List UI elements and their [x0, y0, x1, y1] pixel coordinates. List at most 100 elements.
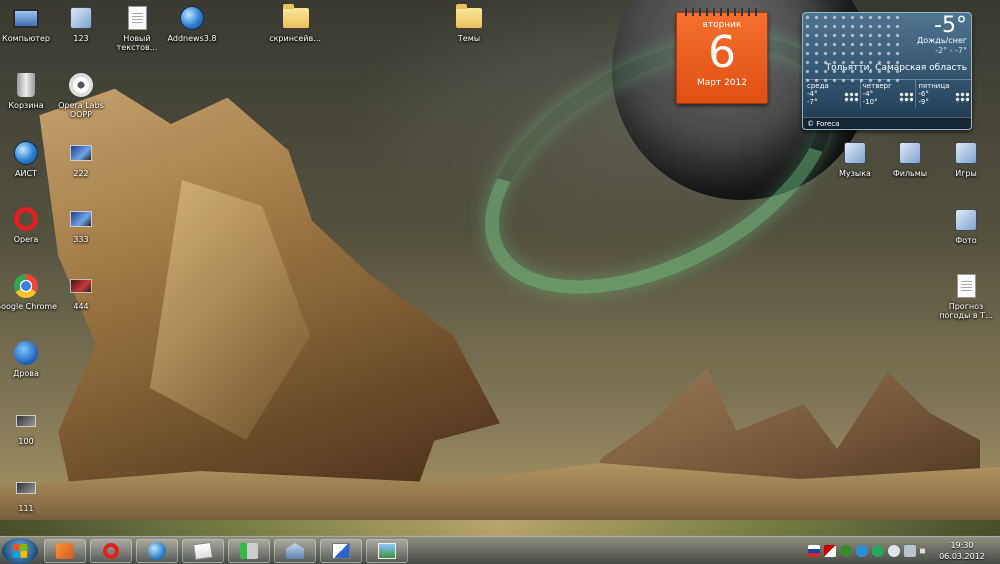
folder-icon [283, 4, 309, 28]
agent-icon[interactable] [840, 545, 852, 557]
action-center-icon[interactable] [888, 545, 900, 557]
calendar-month-year: Март 2012 [696, 78, 747, 88]
notes-icon [192, 541, 214, 561]
start-button[interactable] [2, 538, 38, 564]
video-thumbnail-icon [70, 279, 92, 293]
desktop-icon-label: АИСТ [15, 169, 37, 178]
desktop-icon-111[interactable]: 111 [0, 475, 59, 513]
recycle-bin-icon [17, 73, 35, 97]
music-folder-icon [844, 142, 866, 164]
calendar-day: 6 [708, 27, 736, 78]
shortcut-icon [70, 7, 92, 29]
desktop-icon-label: Фильмы [892, 169, 928, 178]
wallpaper-horizon [0, 520, 1000, 536]
text-document-icon [127, 6, 147, 30]
desktop-icon-label: Фото [955, 236, 977, 245]
snow-icon [955, 92, 970, 103]
forecast-day: пятница -6° -9° [916, 80, 971, 108]
weather-location: Тольятти, Самарская область [825, 63, 967, 73]
desktop-icon-games[interactable]: Игры [933, 140, 999, 178]
desktop-icon-label: Opera [13, 235, 39, 244]
windows-logo-icon [13, 544, 27, 558]
bank-icon [286, 543, 304, 559]
desktop-icon-label: 333 [73, 235, 89, 244]
desktop-icon-label: 111 [18, 504, 34, 513]
computer-icon [13, 8, 39, 28]
mail-icon [56, 543, 74, 559]
video-thumbnail-icon [16, 415, 36, 427]
desktop-icon-label: 444 [73, 302, 89, 311]
desktop-icon-label: 100 [18, 437, 34, 446]
forecast-day-name: среда [807, 82, 829, 90]
taskbar-browser[interactable] [136, 539, 178, 563]
desktop-icon-screensaver[interactable]: скринсейв... [262, 4, 328, 43]
desktop-icon-444[interactable]: 444 [48, 273, 114, 311]
taskbar-bank[interactable] [274, 539, 316, 563]
antivirus-icon[interactable] [824, 545, 836, 557]
taskbar-mail[interactable] [44, 539, 86, 563]
calendar-binding-rings [685, 8, 759, 16]
snow-icon [899, 92, 914, 103]
desktop-icon-label: скринсейв... [269, 34, 321, 43]
desktop-icon-drivers[interactable]: Дрова [0, 340, 59, 378]
calendar-gadget[interactable]: вторник 6 Март 2012 [676, 8, 768, 104]
desktop-icon-100[interactable]: 100 [0, 408, 59, 446]
taskbar-paint[interactable] [320, 539, 362, 563]
clock-date: 06.03.2012 [939, 552, 985, 561]
desktop-icon-label: Opera Labs OOPP [58, 101, 104, 119]
addnews-icon [180, 6, 204, 30]
skype-icon[interactable] [856, 545, 868, 557]
browser-globe-icon [148, 542, 166, 560]
desktop-icon-photo[interactable]: Фото [933, 207, 999, 245]
taskbar-clock[interactable]: 19:30 06.03.2012 [930, 540, 994, 562]
taskbar-photo-viewer[interactable] [366, 539, 408, 563]
system-tray [808, 543, 932, 559]
snow-icon [803, 13, 903, 88]
taskbar-tools[interactable] [228, 539, 270, 563]
desktop-icon-themes[interactable]: Темы [436, 4, 502, 43]
desktop-icon-addnews[interactable]: Addnews3.8 [159, 5, 225, 43]
photo-viewer-icon [378, 543, 396, 559]
weather-gadget[interactable]: -5° Дождь/снег -2° - -7° Тольятти, Самар… [802, 12, 972, 130]
desktop-icon-label: 222 [73, 169, 89, 178]
forecast-day-name: четверг [862, 82, 892, 90]
forecast-day: среда -4° -7° [805, 80, 861, 108]
clock-time: 19:30 [950, 541, 974, 550]
desktop-icon-label: Прогноз погоды в Т... [939, 302, 993, 320]
taskbar: 19:30 06.03.2012 [0, 536, 1000, 564]
games-folder-icon [955, 142, 977, 164]
desktop-icon-label: 123 [73, 34, 89, 43]
opera-labs-icon [69, 73, 93, 97]
language-flag-icon[interactable] [808, 545, 820, 557]
desktop-icon-weather-forecast[interactable]: Прогноз погоды в Т... [933, 273, 999, 320]
desktop-icon-label: Корзина [8, 101, 44, 110]
desktop-icon-label: Дрова [13, 369, 39, 378]
chrome-icon [14, 274, 38, 298]
tools-icon [240, 543, 258, 559]
network-icon[interactable] [904, 545, 916, 557]
update-icon[interactable] [872, 545, 884, 557]
paint-icon [332, 543, 350, 559]
taskbar-notes[interactable] [182, 539, 224, 563]
video-thumbnail-icon [70, 145, 92, 161]
desktop-icon-label: Темы [457, 34, 481, 43]
windows-installer-icon [14, 341, 38, 365]
photo-folder-icon [955, 209, 977, 231]
forecast-day-name: пятница [918, 82, 950, 90]
desktop-icon-label: Музыка [839, 169, 871, 178]
desktop-icon-label: Компьютер [2, 34, 50, 43]
desktop-icon-333[interactable]: 333 [48, 206, 114, 244]
desktop-icon-opera-labs[interactable]: Opera Labs OOPP [48, 72, 114, 119]
desktop-icon-label: Новый текстов... [116, 34, 158, 52]
video-thumbnail-icon [16, 482, 36, 494]
weather-temp-range: -2° - -7° [935, 46, 967, 55]
desktop-icon-label: Addnews3.8 [167, 34, 217, 43]
taskbar-opera[interactable] [90, 539, 132, 563]
weather-provider-link[interactable]: © Foreca [803, 117, 971, 129]
forecast-day: четверг -4° -10° [861, 80, 917, 108]
desktop-icon-222[interactable]: 222 [48, 140, 114, 178]
text-document-icon [956, 274, 976, 298]
aist-icon [14, 141, 38, 165]
video-thumbnail-icon [70, 211, 92, 227]
desktop-icon-label: Игры [955, 169, 977, 178]
